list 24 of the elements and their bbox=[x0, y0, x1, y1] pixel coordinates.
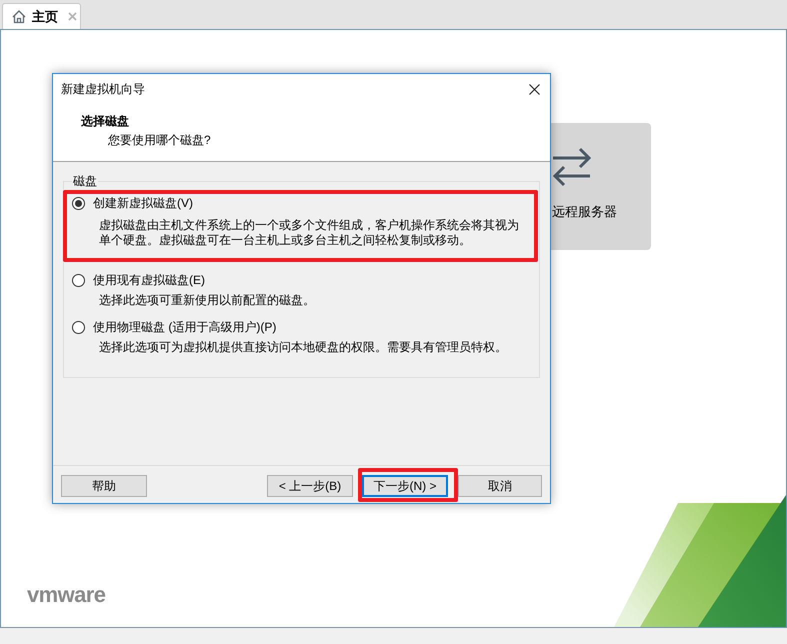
tab[interactable]: 主页 bbox=[2, 3, 81, 29]
cancel-button[interactable]: 取消 bbox=[458, 475, 542, 497]
step-subtitle: 您要使用哪个磁盘? bbox=[108, 132, 211, 148]
radio-button[interactable] bbox=[72, 274, 85, 286]
radio-button[interactable] bbox=[72, 320, 85, 334]
remote-server-card[interactable]: 远程服务器 bbox=[551, 123, 651, 250]
option-description: 选择此选项可为虚拟机提供直接访问本地硬盘的权限。需要具有管理员特权。 bbox=[99, 340, 508, 355]
help-button[interactable]: 帮助 bbox=[61, 475, 147, 497]
tile-label: 远程服务器 bbox=[552, 204, 617, 220]
close-icon[interactable] bbox=[529, 84, 540, 94]
home-icon bbox=[12, 10, 26, 24]
radio-button[interactable] bbox=[72, 196, 85, 210]
step-title: 选择磁盘 bbox=[81, 113, 129, 129]
logo-text: vmware bbox=[27, 584, 106, 606]
dialog-title: 新建虚拟机向导 bbox=[61, 81, 145, 97]
option-label[interactable]: 使用现有虚拟磁盘(E) bbox=[93, 272, 205, 288]
group-label: 磁盘 bbox=[72, 174, 98, 188]
next-button[interactable]: 下一步(N) > bbox=[362, 475, 448, 497]
option-label[interactable]: 创建新虚拟磁盘(V) bbox=[93, 195, 193, 211]
option-description: 虚拟磁盘由主机文件系统上的一个或多个文件组成，客户机操作系统会将其视为单个硬盘。虚拟磁盘可在一台主机上或多台主机之间轻松复制或移动。 bbox=[99, 218, 520, 248]
back-button[interactable]: < 上一步(B) bbox=[267, 475, 353, 497]
transfer-arrows-icon bbox=[552, 147, 591, 187]
option-description: 选择此选项可重新使用以前配置的磁盘。 bbox=[99, 293, 316, 308]
option-label[interactable]: 使用物理磁盘 (适用于高级用户)(P) bbox=[93, 319, 276, 335]
